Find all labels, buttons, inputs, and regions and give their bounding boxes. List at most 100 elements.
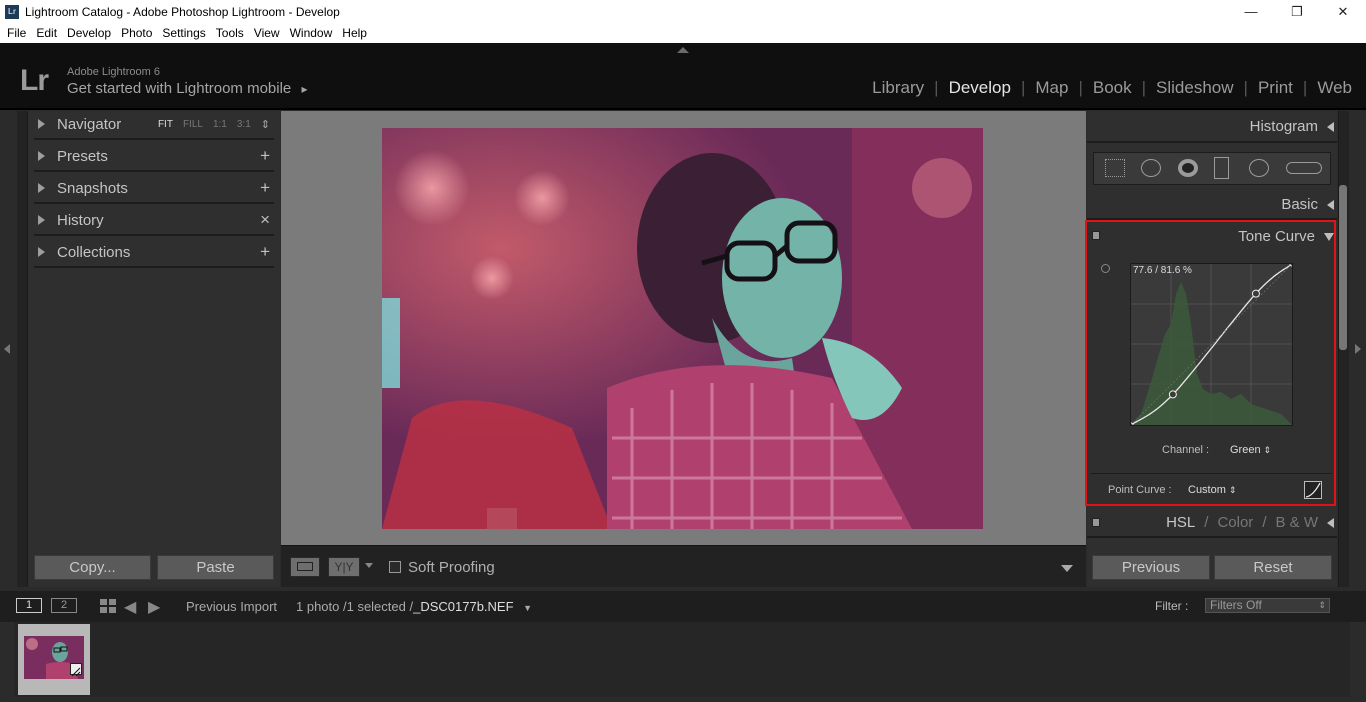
tone-curve-control-point[interactable] (1128, 422, 1134, 428)
basic-title[interactable]: Basic (1281, 196, 1334, 213)
module-develop[interactable]: Develop (949, 78, 1011, 98)
before-after-button[interactable]: Y|Y (328, 557, 360, 577)
hsl-tabs: HSL / Color / B & W (1166, 514, 1334, 531)
point-curve-select[interactable]: Custom ⇕ (1188, 484, 1237, 496)
filmstrip-source[interactable]: Previous Import (186, 599, 277, 614)
module-picker: Library | Develop | Map | Book | Slideshow | … (872, 78, 1352, 98)
tone-curve-graph[interactable] (1128, 261, 1295, 428)
filename-dropdown-icon: ▼ (523, 603, 533, 613)
secondary-window-button[interactable]: 2 (51, 598, 77, 613)
menu-file[interactable]: File (2, 26, 31, 40)
module-book[interactable]: Book (1093, 78, 1132, 98)
menu-view[interactable]: View (249, 26, 285, 40)
tone-curve-label: Tone Curve (1238, 228, 1315, 245)
zoom-3-1[interactable]: 3:1 (237, 119, 251, 130)
menu-bar: File Edit Develop Photo Settings Tools V… (0, 23, 1366, 43)
toolbar-content-dropdown-icon[interactable] (1061, 565, 1073, 572)
product-name: Adobe Lightroom 6 (67, 66, 160, 78)
forward-arrow-icon[interactable]: ▶ (148, 597, 160, 617)
reset-button[interactable]: Reset (1214, 555, 1332, 580)
primary-window-button[interactable]: 1 (16, 598, 42, 613)
zoom-1-1[interactable]: 1:1 (213, 119, 227, 130)
menu-edit[interactable]: Edit (31, 26, 62, 40)
collapse-right-panel-icon[interactable] (1355, 344, 1361, 354)
menu-window[interactable]: Window (285, 26, 338, 40)
collapse-top-panel-icon[interactable] (677, 47, 689, 53)
collapse-left-panel-icon[interactable] (4, 344, 10, 354)
collections-label: Collections (57, 243, 131, 261)
channel-label: Channel : (1162, 444, 1210, 456)
menu-tools[interactable]: Tools (211, 26, 249, 40)
mobile-prompt-text: Get started with Lightroom mobile (67, 80, 292, 97)
maximize-button[interactable]: ❐ (1274, 0, 1320, 23)
histogram-title[interactable]: Histogram (1250, 118, 1334, 135)
add-snapshot-icon[interactable]: + (260, 178, 274, 198)
history-panel-header[interactable]: History × (34, 206, 274, 236)
tone-curve-control-point[interactable] (1289, 261, 1295, 267)
snapshots-panel-header[interactable]: Snapshots + (34, 174, 274, 204)
tab-bw[interactable]: B & W (1275, 514, 1318, 531)
collapse-triangle-icon (1327, 517, 1334, 528)
tone-curve-control-point[interactable] (1251, 289, 1260, 298)
adjustment-brush-tool-icon[interactable] (1286, 162, 1322, 174)
tone-curve-svg (1128, 261, 1295, 428)
module-web[interactable]: Web (1317, 78, 1352, 98)
tab-hsl[interactable]: HSL (1166, 514, 1195, 531)
filmstrip (14, 622, 1350, 697)
left-panel-scroll-edge (17, 111, 28, 587)
zoom-stepper-icon[interactable]: ⇕ (261, 118, 270, 131)
crop-overlay-tool-icon[interactable] (1105, 159, 1125, 177)
filmstrip-info[interactable]: 1 photo /1 selected /_DSC0177b.NEF ▼ (296, 599, 532, 614)
right-panel-scrollbar[interactable] (1339, 185, 1347, 350)
zoom-fill[interactable]: FILL (183, 119, 203, 130)
tone-curve-panel-toggle[interactable] (1092, 231, 1100, 240)
menu-photo[interactable]: Photo (116, 26, 157, 40)
tab-separator: / (1262, 514, 1267, 531)
navigator-label: Navigator (57, 115, 122, 133)
filter-select[interactable]: Filters Off ⇕ (1205, 598, 1330, 613)
grid-view-icon[interactable] (100, 599, 116, 613)
edit-point-curve-icon[interactable] (1304, 481, 1322, 499)
module-slideshow[interactable]: Slideshow (1156, 78, 1234, 98)
menu-settings[interactable]: Settings (157, 26, 210, 40)
loupe-view-button[interactable] (290, 557, 320, 577)
targeted-adjustment-tool-icon[interactable] (1101, 264, 1110, 273)
hsl-panel-toggle[interactable] (1092, 518, 1100, 527)
collapse-triangle-icon (1327, 199, 1334, 210)
previous-button[interactable]: Previous (1092, 555, 1210, 580)
add-preset-icon[interactable]: + (260, 146, 274, 166)
select-stepper-icon: ⇕ (1228, 485, 1237, 495)
module-map[interactable]: Map (1035, 78, 1068, 98)
paste-button[interactable]: Paste (157, 555, 274, 580)
channel-select[interactable]: Green ⇕ (1230, 444, 1271, 456)
clear-history-icon[interactable]: × (260, 210, 274, 230)
expand-triangle-icon (38, 119, 45, 129)
tab-color[interactable]: Color (1217, 514, 1253, 531)
mobile-prompt[interactable]: Get started with Lightroom mobile ▸ (67, 80, 307, 97)
expand-triangle-icon (38, 247, 45, 257)
soft-proofing-checkbox[interactable] (389, 561, 401, 573)
before-after-dropdown-icon[interactable] (365, 563, 373, 568)
tone-curve-title[interactable]: Tone Curve (1238, 228, 1334, 245)
red-eye-tool-icon[interactable] (1178, 159, 1198, 177)
minimize-button[interactable]: — (1228, 0, 1274, 23)
spot-removal-tool-icon[interactable] (1141, 159, 1161, 177)
module-print[interactable]: Print (1258, 78, 1293, 98)
add-collection-icon[interactable]: + (260, 242, 274, 262)
back-arrow-icon[interactable]: ◀ (124, 597, 136, 617)
expand-triangle-icon (38, 151, 45, 161)
menu-develop[interactable]: Develop (62, 26, 116, 40)
radial-filter-tool-icon[interactable] (1249, 159, 1269, 177)
tone-curve-control-point[interactable] (1168, 390, 1177, 399)
module-library[interactable]: Library (872, 78, 924, 98)
graduated-filter-tool-icon[interactable] (1214, 157, 1229, 179)
collections-panel-header[interactable]: Collections + (34, 238, 274, 268)
close-button[interactable]: ✕ (1320, 0, 1366, 23)
menu-help[interactable]: Help (337, 26, 372, 40)
history-label: History (57, 211, 104, 229)
presets-panel-header[interactable]: Presets + (34, 142, 274, 172)
copy-button[interactable]: Copy... (34, 555, 151, 580)
zoom-fit[interactable]: FIT (158, 119, 173, 130)
lightroom-logo: Lr (20, 64, 49, 97)
navigator-panel-header[interactable]: Navigator FIT FILL 1:1 3:1 ⇕ (34, 110, 274, 140)
